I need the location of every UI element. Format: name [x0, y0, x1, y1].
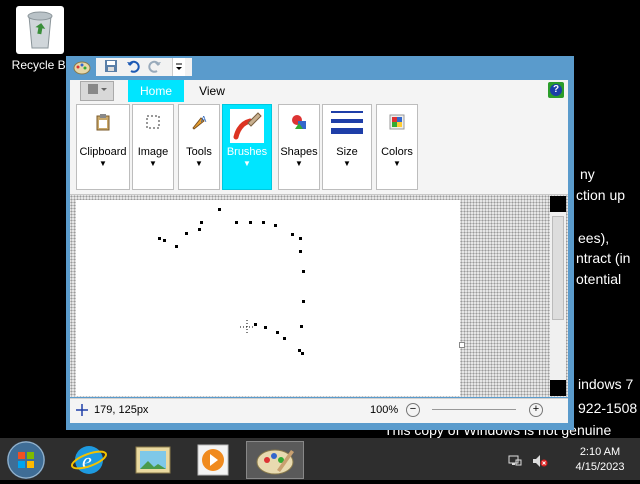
shapes-label: Shapes	[280, 146, 318, 158]
tools-label: Tools	[186, 146, 212, 158]
colors-icon	[388, 113, 406, 131]
zoom-slider[interactable]	[432, 409, 516, 410]
svg-text:A: A	[201, 115, 207, 124]
clipboard-label: Clipboard	[79, 146, 127, 158]
customize-toolbar-chevron-icon[interactable]	[172, 58, 185, 76]
chevron-down-icon: ▼	[343, 159, 351, 168]
desktop-text-line: 922-1508	[578, 400, 638, 416]
desktop-text-line: indows 7	[578, 376, 634, 392]
taskbar-photo-viewer[interactable]	[130, 441, 176, 479]
windows-logo-icon	[7, 441, 45, 479]
colors-group-button[interactable]: Colors ▼	[376, 104, 418, 190]
redo-icon[interactable]	[148, 59, 162, 76]
help-button[interactable]: ?	[548, 82, 564, 98]
tools-group-button[interactable]: A Tools ▼	[178, 104, 220, 190]
image-group-button[interactable]: Image ▼	[132, 104, 174, 190]
svg-text:e: e	[82, 448, 92, 473]
start-button[interactable]	[7, 441, 45, 479]
tab-home[interactable]: Home	[128, 80, 184, 102]
taskbar-media-player[interactable]	[190, 441, 236, 479]
chevron-down-icon: ▼	[393, 159, 401, 168]
recycle-bin[interactable]: Recycle Bi	[8, 6, 72, 76]
save-icon[interactable]	[104, 59, 118, 76]
size-group-button[interactable]: Size ▼	[322, 104, 372, 190]
image-label: Image	[137, 146, 169, 158]
file-menu-button[interactable]	[80, 81, 114, 101]
clock-time: 2:10 AM	[579, 446, 621, 458]
desktop-text-line: otential	[576, 271, 622, 287]
chevron-down-icon: ▼	[99, 159, 107, 168]
media-player-icon	[197, 444, 229, 476]
volume-muted-icon[interactable]	[532, 454, 548, 471]
photo-viewer-icon	[135, 446, 171, 474]
desktop-text-line: ntract (in	[576, 250, 631, 266]
canvas-resize-handle[interactable]	[459, 342, 465, 348]
scroll-thumb[interactable]	[552, 216, 564, 320]
cursor-position-icon	[76, 403, 88, 421]
quick-access-toolbar	[96, 58, 192, 76]
select-icon	[144, 113, 162, 131]
desktop-text-line: ees),	[578, 230, 610, 246]
tab-view[interactable]: View	[190, 80, 234, 102]
scroll-up-button[interactable]	[550, 196, 566, 212]
zoom-in-button[interactable]: +	[529, 403, 543, 417]
taskbar-internet-explorer[interactable]: e	[66, 441, 112, 479]
internet-explorer-icon: e	[70, 446, 108, 474]
vertical-scrollbar[interactable]	[550, 196, 566, 396]
zoom-level: 100%	[370, 404, 399, 416]
network-icon[interactable]	[508, 454, 522, 471]
tools-icon: A	[190, 113, 208, 131]
desktop-text-line: ny	[580, 166, 595, 182]
size-label: Size	[336, 146, 358, 158]
chevron-down-icon: ▼	[149, 159, 157, 168]
brushes-label: Brushes	[226, 146, 268, 158]
crosshair-cursor-icon	[240, 320, 254, 334]
system-clock[interactable]: 2:10 AM 4/15/2023	[568, 445, 632, 475]
clipboard-icon	[94, 113, 112, 131]
colors-label: Colors	[381, 146, 413, 158]
drawing-canvas[interactable]	[76, 200, 460, 396]
size-icon	[331, 109, 363, 137]
brush-icon	[230, 109, 264, 143]
shapes-icon	[290, 113, 308, 131]
brushes-group-button[interactable]: Brushes ▼	[222, 104, 272, 190]
help-icon: ?	[550, 84, 562, 96]
clock-date: 4/15/2023	[575, 461, 625, 473]
desktop-text-line: ction up	[576, 187, 626, 203]
scroll-down-button[interactable]	[550, 380, 566, 396]
drawn-strokes	[158, 208, 305, 355]
menu-icon	[86, 84, 108, 99]
taskbar-paint[interactable]	[246, 441, 304, 479]
chevron-down-icon: ▼	[295, 159, 303, 168]
shapes-group-button[interactable]: Shapes ▼	[278, 104, 320, 190]
chevron-down-icon: ▼	[195, 159, 203, 168]
paint-icon	[256, 449, 294, 475]
chevron-down-icon: ▼	[243, 159, 251, 168]
zoom-out-button[interactable]: −	[406, 403, 420, 417]
recycle-bin-icon	[16, 6, 64, 54]
clipboard-group-button[interactable]: Clipboard ▼	[76, 104, 130, 190]
cursor-coordinates: 179, 125px	[94, 404, 149, 416]
recycle-bin-label: Recycle Bi	[11, 58, 69, 72]
undo-icon[interactable]	[126, 59, 140, 76]
paint-app-icon[interactable]	[72, 58, 92, 76]
